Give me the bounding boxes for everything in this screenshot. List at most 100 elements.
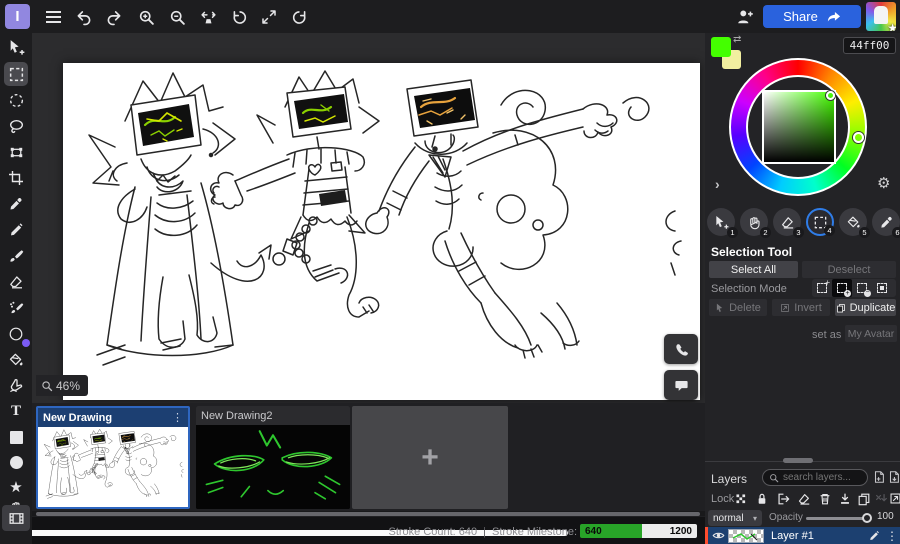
import-layer-icon[interactable] — [887, 470, 900, 484]
invite-user-icon[interactable] — [732, 4, 758, 30]
hue-cursor[interactable] — [853, 132, 864, 143]
tool-slot-eraser[interactable]: 3 — [773, 208, 804, 238]
blend-mode-select[interactable]: normal ▾ — [708, 510, 762, 526]
sv-cursor[interactable] — [826, 91, 835, 100]
flatten-layer-icon[interactable] — [874, 492, 888, 506]
opacity-slider-knob[interactable] — [862, 513, 872, 523]
set-avatar-button[interactable]: My Avatar — [845, 325, 897, 342]
lock-layer-icon[interactable] — [755, 492, 769, 506]
layer-name[interactable]: Layer #1 — [771, 530, 864, 542]
selection-mode-intersect-icon[interactable] — [872, 279, 892, 297]
hex-color-field[interactable]: 44ff00 — [843, 37, 896, 54]
eraser-tool-icon[interactable] — [4, 270, 28, 294]
zoom-out-icon[interactable] — [164, 4, 190, 30]
tool-slot-pen[interactable]: 6 — [872, 208, 900, 238]
fullscreen-icon[interactable] — [256, 4, 282, 30]
tool-slot-selection[interactable]: 4 — [806, 208, 835, 236]
user-avatar[interactable]: ★ — [866, 2, 896, 31]
select-all-label: Select All — [730, 263, 777, 276]
rect-select-tool-icon[interactable] — [4, 62, 28, 86]
tool-slot-number: 6 — [892, 227, 900, 238]
tool-slot-hand[interactable]: 2 — [740, 208, 771, 238]
tab-menu-icon[interactable]: ⋮ — [172, 411, 183, 424]
sv-square[interactable] — [762, 90, 836, 164]
app-window: I Share ★ T ★ 46% ⇄ 44ff00 › ⚙ 1 2 3 4 5… — [0, 0, 900, 544]
layer-thumbnail[interactable] — [728, 528, 764, 543]
tab-new-drawing2[interactable]: New Drawing2 — [196, 406, 350, 509]
zoom-in-icon[interactable] — [133, 4, 159, 30]
rotate-ccw-icon[interactable] — [226, 4, 252, 30]
menu-icon[interactable] — [40, 4, 66, 30]
delete-layer-icon[interactable] — [818, 492, 832, 506]
duplicate-label: Duplicate — [849, 301, 896, 314]
canvas-zoom-badge[interactable]: 46% — [36, 375, 89, 396]
selection-mode-subtract-icon[interactable]: − — [852, 279, 872, 297]
liquify-tool-icon[interactable] — [4, 374, 28, 398]
eyedropper-tool-icon[interactable] — [4, 192, 28, 216]
color-settings-gear-icon[interactable]: ⚙ — [877, 174, 890, 192]
crop-tool-icon[interactable] — [4, 166, 28, 190]
layer-search-icon — [769, 473, 779, 483]
tab-strip-scrollbar[interactable] — [32, 511, 705, 516]
collapse-panel-icon[interactable]: › — [715, 176, 720, 192]
tab-label: New Drawing2 — [201, 409, 273, 422]
rect-shape-tool-icon[interactable] — [4, 425, 28, 449]
duplicate-layer-icon[interactable] — [857, 492, 871, 506]
timeline-panel-icon[interactable] — [2, 505, 30, 531]
share-button[interactable]: Share — [763, 5, 861, 28]
tool-slot-move[interactable]: 1 — [707, 208, 738, 238]
layer-edit-icon[interactable] — [864, 530, 884, 542]
text-tool-icon[interactable]: T — [4, 399, 28, 423]
merge-down-icon[interactable] — [838, 492, 852, 506]
stroke-milestone-label: Stroke Milestone: — [492, 526, 577, 538]
lasso-tool-icon[interactable] — [4, 114, 28, 138]
fill-tool-icon[interactable] — [4, 348, 28, 372]
layer-search-box[interactable] — [762, 469, 868, 486]
mixer-brush-tool-icon[interactable] — [4, 296, 28, 320]
lock-alpha-icon[interactable] — [734, 492, 748, 506]
deselect-button[interactable]: Deselect — [802, 261, 896, 278]
selection-mode-add-icon[interactable]: + — [832, 279, 852, 297]
tab-strip-scroll-thumb[interactable] — [36, 512, 700, 516]
tab-thumbnail — [38, 427, 188, 507]
redo-icon[interactable] — [101, 4, 127, 30]
voice-call-button[interactable] — [664, 334, 698, 364]
tool-slot-fill[interactable]: 5 — [839, 208, 870, 238]
tab-new-drawing[interactable]: New Drawing ⋮ — [36, 406, 190, 509]
opacity-slider[interactable] — [806, 513, 872, 523]
drawing-canvas[interactable] — [63, 63, 700, 400]
pencil-tool-icon[interactable] — [4, 218, 28, 242]
selection-mode-new-icon[interactable]: + — [812, 278, 832, 297]
layer-search-input[interactable] — [783, 472, 863, 483]
smudge-tool-icon[interactable] — [4, 322, 30, 347]
ellipse-select-tool-icon[interactable] — [4, 88, 28, 112]
top-toolbar: I Share ★ — [0, 0, 900, 33]
clear-layer-icon[interactable] — [797, 492, 811, 506]
chat-button[interactable] — [664, 370, 698, 400]
export-layer-icon[interactable] — [776, 492, 790, 506]
transform-tool-icon[interactable] — [4, 35, 28, 59]
rotate-cw-icon[interactable] — [286, 4, 312, 30]
tool-slot-number: 1 — [727, 227, 738, 238]
layer-row[interactable]: Layer #1 ⋮ — [705, 527, 900, 544]
brush-tool-icon[interactable] — [4, 244, 28, 268]
app-logo[interactable]: I — [5, 4, 30, 29]
add-drawing-tile[interactable]: + — [352, 406, 508, 509]
invert-selection-button[interactable]: Invert — [772, 299, 830, 316]
select-all-button[interactable]: Select All — [709, 261, 798, 278]
canvas-sketch — [63, 63, 700, 400]
swap-colors-icon[interactable]: ⇄ — [733, 34, 741, 45]
delete-label: Delete — [729, 301, 761, 314]
delete-selection-button[interactable]: Delete — [709, 299, 767, 316]
duplicate-selection-button[interactable]: Duplicate — [835, 299, 896, 316]
panel-resize-handle[interactable] — [783, 458, 813, 463]
layer-menu-icon[interactable]: ⋮ — [884, 529, 900, 543]
fit-view-icon[interactable] — [195, 4, 221, 30]
ellipse-shape-tool-icon[interactable] — [4, 450, 28, 474]
undo-icon[interactable] — [71, 4, 97, 30]
shape-transform-tool-icon[interactable] — [4, 140, 28, 164]
primary-color-swatch[interactable] — [711, 37, 731, 57]
layer-visibility-icon[interactable] — [708, 529, 728, 542]
add-layer-icon[interactable] — [872, 470, 886, 484]
move-layer-icon[interactable] — [889, 492, 900, 505]
